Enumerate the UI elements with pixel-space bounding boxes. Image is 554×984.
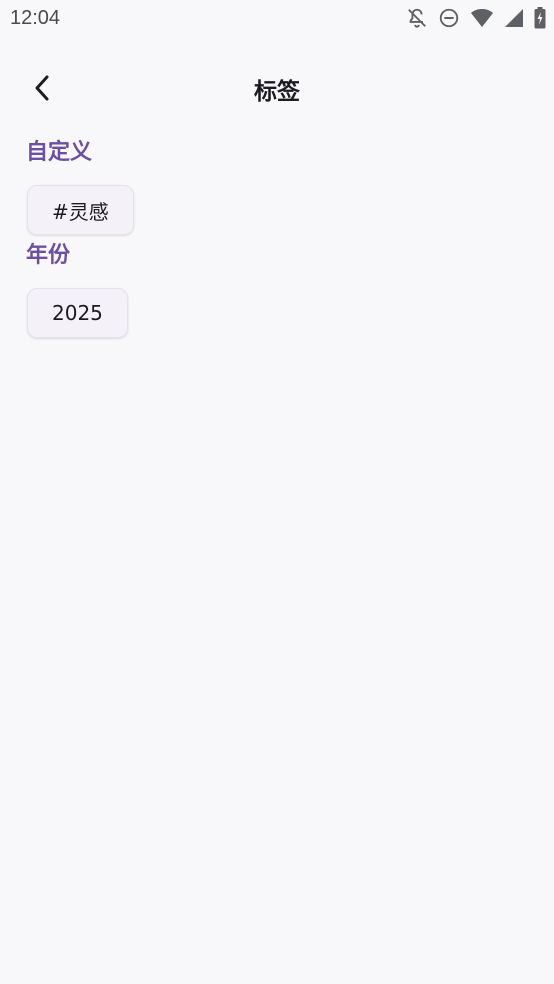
tag-chip-inspiration[interactable]: #灵感 bbox=[27, 185, 134, 235]
section-title-year: 年份 bbox=[26, 243, 71, 268]
app-bar: 标签 bbox=[0, 60, 554, 118]
tag-list: 自定义 #灵感 年份 2025 bbox=[26, 136, 526, 352]
do-not-disturb-icon bbox=[438, 7, 460, 29]
status-bar: 12:04 bbox=[0, 0, 554, 38]
section-year: 年份 2025 bbox=[26, 239, 526, 352]
battery-charging-icon bbox=[534, 7, 546, 29]
page-title: 标签 bbox=[254, 79, 300, 105]
section-title-custom: 自定义 bbox=[26, 140, 93, 165]
chip-group-year: 2025 bbox=[26, 273, 526, 352]
section-custom: 自定义 #灵感 bbox=[26, 136, 526, 249]
chip-group-custom: #灵感 bbox=[26, 170, 526, 249]
status-icons bbox=[406, 7, 546, 29]
tag-chip-2025[interactable]: 2025 bbox=[27, 288, 128, 338]
wifi-icon bbox=[470, 7, 494, 29]
cell-signal-icon bbox=[504, 8, 524, 28]
status-time: 12:04 bbox=[10, 7, 61, 29]
notifications-off-icon bbox=[406, 7, 428, 29]
